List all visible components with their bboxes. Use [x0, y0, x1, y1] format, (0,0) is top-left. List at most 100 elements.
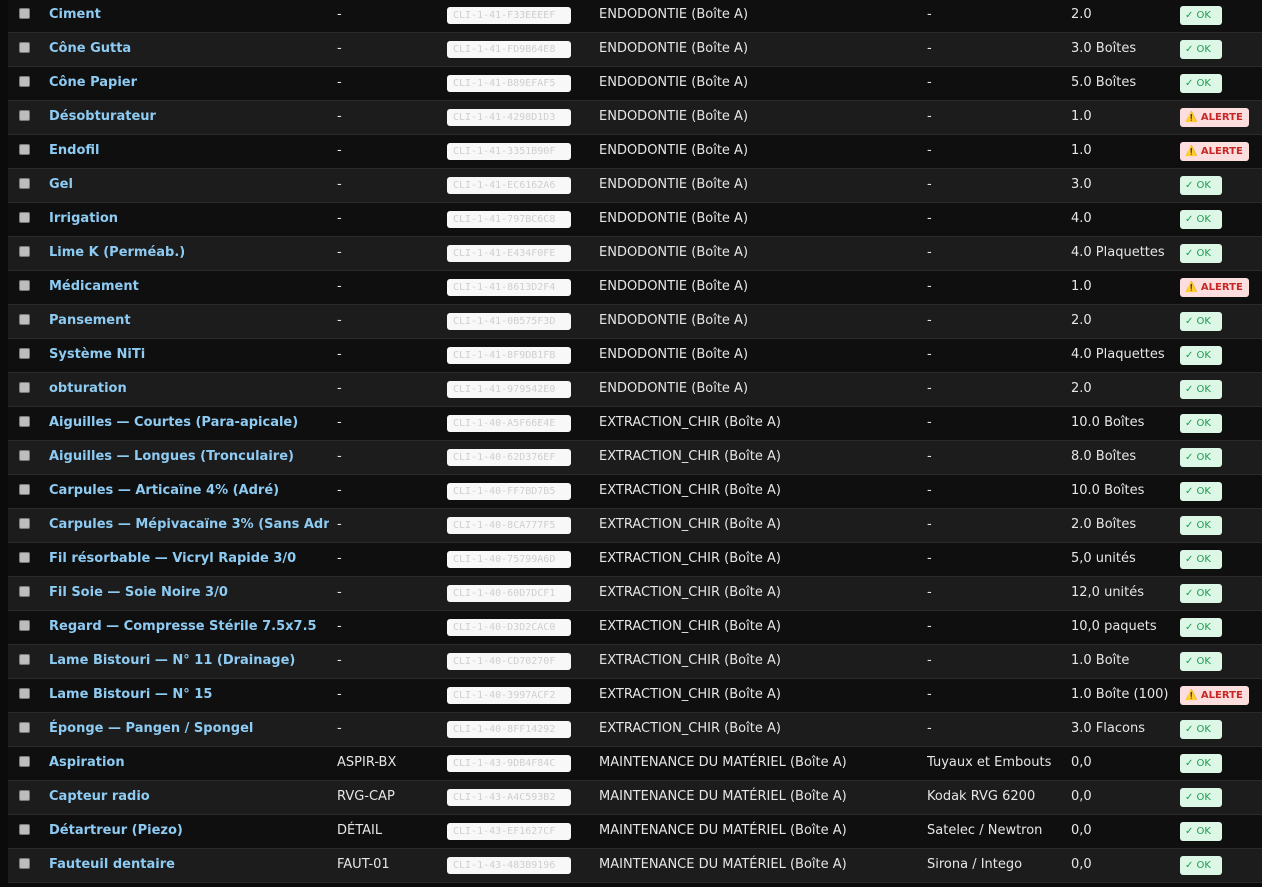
item-quantity: 1.0 [1071, 143, 1092, 158]
item-category: ENDODONTIE (Boîte A) [599, 41, 749, 56]
item-name-link[interactable]: Désobturateur [49, 101, 329, 135]
item-quantity: 4.0 [1071, 211, 1092, 226]
row-select-checkbox[interactable] [19, 110, 30, 121]
status-badge: ✓ OK [1180, 312, 1222, 331]
item-code: CLI-1-41-FD9B64E8 [447, 41, 571, 58]
item-name-link[interactable]: Cône Gutta [49, 33, 329, 67]
item-quantity: 10.0 Boîtes [1071, 415, 1145, 430]
item-category: EXTRACTION_CHIR (Boîte A) [599, 483, 781, 498]
item-name-link[interactable]: Lame Bistouri — N° 11 (Drainage) [49, 645, 329, 679]
item-brand: - [927, 109, 932, 124]
row-select-checkbox[interactable] [19, 416, 30, 427]
item-name-link[interactable]: obturation [49, 373, 329, 407]
row-select-checkbox[interactable] [19, 8, 30, 19]
item-name-link[interactable]: Pansement [49, 305, 329, 339]
item-code: CLI-1-41-EC6162A6 [447, 177, 571, 194]
status-badge: ✓ OK [1180, 550, 1222, 569]
row-select-checkbox[interactable] [19, 246, 30, 257]
item-quantity: 0,0 [1071, 789, 1092, 804]
item-name-link[interactable]: Gel [49, 169, 329, 203]
row-select-checkbox[interactable] [19, 824, 30, 835]
item-name-link[interactable]: Fil résorbable — Vicryl Rapide 3/0 [49, 543, 329, 577]
item-reference: - [337, 483, 342, 498]
item-name-link[interactable]: Aiguilles — Longues (Tronculaire) [49, 441, 329, 475]
item-code: CLI-1-40-A5F66E4E [447, 415, 571, 432]
item-code: CLI-1-40-D3D2CAC0 [447, 619, 571, 636]
row-select-checkbox[interactable] [19, 314, 30, 325]
item-name-link[interactable]: Aiguilles — Courtes (Para-apicale) [49, 407, 329, 441]
item-name-link[interactable]: Regard — Compresse Stérile 7.5x7.5 [49, 611, 329, 645]
status-badge: ✓ OK [1180, 414, 1222, 433]
row-select-checkbox[interactable] [19, 280, 30, 291]
item-code: CLI-1-40-FF7BD7B5 [447, 483, 571, 500]
status-badge: ✓ OK [1180, 210, 1222, 229]
item-code: CLI-1-41-979542E0 [447, 381, 571, 398]
row-select-checkbox[interactable] [19, 790, 30, 801]
table-row: Carpules — Mépivacaïne 3% (Sans Adré) - EX… [8, 509, 1262, 543]
item-name-link[interactable]: Fil Soie — Soie Noire 3/0 [49, 577, 329, 611]
item-brand: - [927, 313, 932, 328]
row-select-checkbox[interactable] [19, 382, 30, 393]
item-category: MAINTENANCE DU MATÉRIEL (Boîte A) [599, 857, 847, 872]
row-select-checkbox[interactable] [19, 144, 30, 155]
item-name-link[interactable]: Fauteuil dentaire [49, 849, 329, 883]
item-name-link[interactable]: Carpules — Mépivacaïne 3% (Sans Adré) [49, 509, 329, 543]
row-select-checkbox[interactable] [19, 484, 30, 495]
row-select-checkbox[interactable] [19, 518, 30, 529]
item-name-link[interactable]: Aspiration [49, 747, 329, 781]
item-name-link[interactable]: Endofil [49, 135, 329, 169]
item-brand: - [927, 619, 932, 634]
status-badge: ⚠️ ALERTE [1180, 108, 1249, 127]
status-badge: ✓ OK [1180, 516, 1222, 535]
item-name-link[interactable]: Médicament [49, 271, 329, 305]
item-category: ENDODONTIE (Boîte A) [599, 177, 749, 192]
item-category: EXTRACTION_CHIR (Boîte A) [599, 721, 781, 736]
row-select-checkbox[interactable] [19, 620, 30, 631]
item-brand: - [927, 551, 932, 566]
item-code: CLI-1-41-F33EEEEF [447, 7, 571, 24]
item-category: EXTRACTION_CHIR (Boîte A) [599, 619, 781, 634]
item-reference: - [337, 279, 342, 294]
status-badge: ✓ OK [1180, 244, 1222, 263]
row-select-checkbox[interactable] [19, 586, 30, 597]
row-select-checkbox[interactable] [19, 450, 30, 461]
status-badge: ✓ OK [1180, 346, 1222, 365]
row-select-checkbox[interactable] [19, 552, 30, 563]
table-row: Cône Gutta - ENDODONTIE (Boîte A) -3.0 Boît… [8, 33, 1262, 67]
item-name-link[interactable]: Cône Papier [49, 67, 329, 101]
status-badge: ✓ OK [1180, 822, 1222, 841]
row-select-checkbox[interactable] [19, 654, 30, 665]
item-quantity: 2.0 [1071, 7, 1092, 22]
item-brand: - [927, 7, 932, 22]
status-badge: ✓ OK [1180, 6, 1222, 25]
table-row: Système NiTi - ENDODONTIE (Boîte A) -4.0 Pl… [8, 339, 1262, 373]
row-select-checkbox[interactable] [19, 858, 30, 869]
item-code: CLI-1-40-8FF14292 [447, 721, 571, 738]
item-name-link[interactable]: Ciment [49, 0, 329, 33]
item-category: ENDODONTIE (Boîte A) [599, 7, 749, 22]
row-select-checkbox[interactable] [19, 76, 30, 87]
item-name-link[interactable]: Irrigation [49, 203, 329, 237]
row-select-checkbox[interactable] [19, 42, 30, 53]
row-select-checkbox[interactable] [19, 212, 30, 223]
item-reference: ASPIR-BX [337, 755, 397, 770]
row-select-checkbox[interactable] [19, 348, 30, 359]
item-name-link[interactable]: Système NiTi [49, 339, 329, 373]
row-select-checkbox[interactable] [19, 178, 30, 189]
row-select-checkbox[interactable] [19, 688, 30, 699]
item-name-link[interactable]: Lame Bistouri — N° 15 [49, 679, 329, 713]
item-reference: - [337, 653, 342, 668]
row-select-checkbox[interactable] [19, 722, 30, 733]
item-quantity: 8.0 Boîtes [1071, 449, 1137, 464]
item-category: EXTRACTION_CHIR (Boîte A) [599, 449, 781, 464]
item-name-link[interactable]: Carpules — Articaïne 4% (Adré) [49, 475, 329, 509]
table-row: Ciment - ENDODONTIE (Boîte A) -2.0 CLI-1-41-… [8, 0, 1262, 33]
item-name-link[interactable]: Lime K (Perméab.) [49, 237, 329, 271]
item-name-link[interactable]: Éponge — Pangen / Spongel [49, 713, 329, 747]
item-name-link[interactable]: Détartreur (Piezo) [49, 815, 329, 849]
item-code: CLI-1-40-75799A6D [447, 551, 571, 568]
item-quantity: 1.0 [1071, 109, 1092, 124]
item-name-link[interactable]: Capteur radio [49, 781, 329, 815]
item-quantity: 2.0 Boîtes [1071, 517, 1137, 532]
row-select-checkbox[interactable] [19, 756, 30, 767]
